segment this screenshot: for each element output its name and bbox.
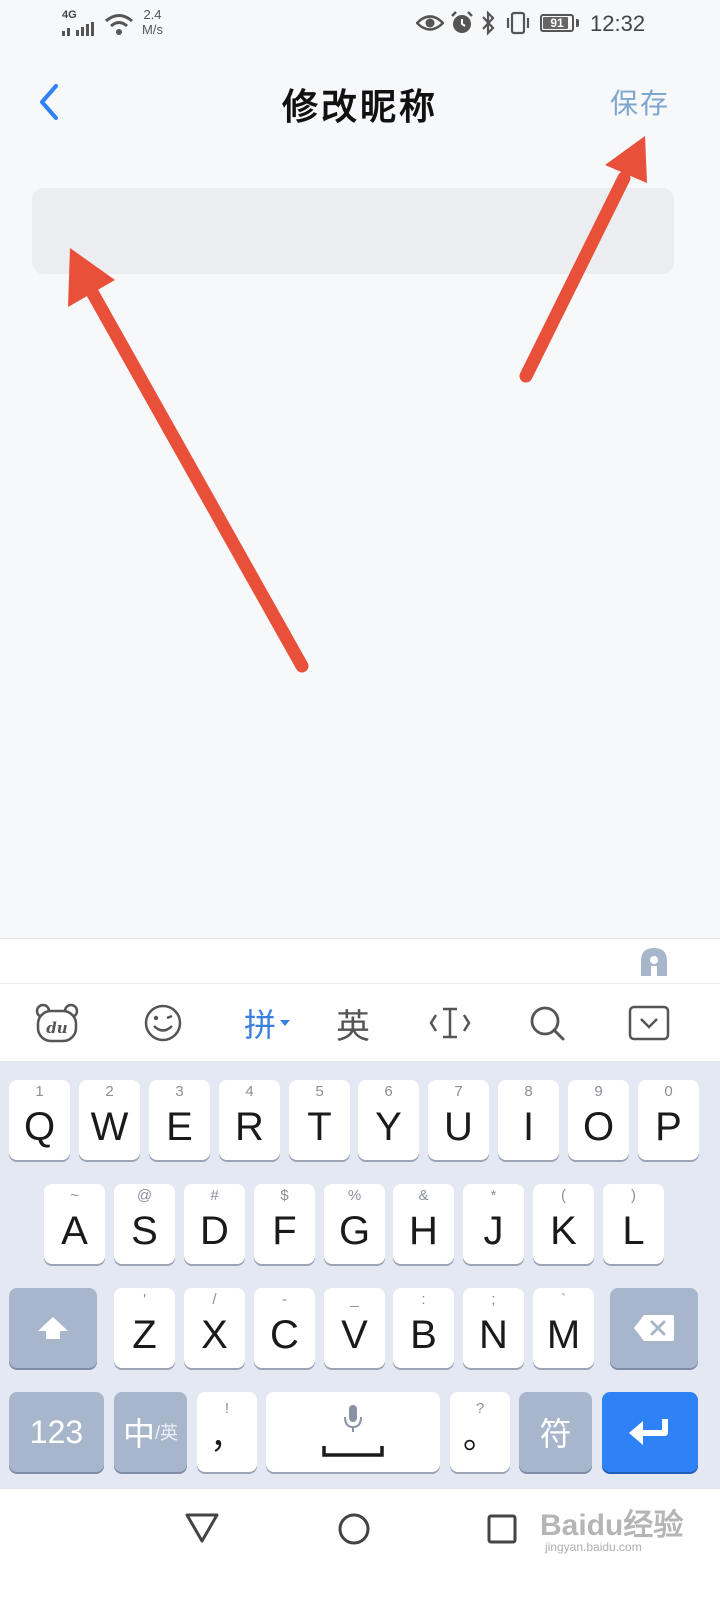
backspace-key[interactable] <box>610 1288 698 1368</box>
key-l[interactable]: ) L <box>603 1184 664 1264</box>
search-icon <box>530 1006 565 1041</box>
network-indicator: 4G <box>62 9 77 21</box>
watermark: Baidu经验 <box>540 1509 684 1542</box>
battery-icon: 91 <box>540 14 574 32</box>
keyboard-skin-icon[interactable] <box>637 945 671 979</box>
enter-key[interactable] <box>602 1392 698 1472</box>
home-circle-icon[interactable] <box>336 1511 372 1547</box>
alarm-icon <box>451 11 473 33</box>
key-j[interactable]: * J <box>463 1184 524 1264</box>
chevron-down-box-icon <box>628 1005 670 1041</box>
vibrate-icon <box>506 11 530 35</box>
arrow-to-input <box>68 248 309 673</box>
key-n[interactable]: ; N <box>463 1288 524 1368</box>
key-y[interactable]: 6Y <box>358 1080 419 1160</box>
key-q[interactable]: 1Q <box>9 1080 70 1160</box>
network-type: 4G <box>62 9 77 21</box>
cursor-button[interactable] <box>414 984 486 1062</box>
key-o[interactable]: 9O <box>568 1080 629 1160</box>
key-u[interactable]: 7U <box>428 1080 489 1160</box>
signal-icon <box>62 22 94 36</box>
symbols-key[interactable]: 符 <box>519 1392 592 1472</box>
key-v[interactable]: _ V <box>324 1288 385 1368</box>
battery-percent: 91 <box>550 16 564 30</box>
annotation-arrows <box>68 136 647 673</box>
caret-down-icon <box>280 1020 290 1026</box>
key-x[interactable]: / X <box>184 1288 245 1368</box>
key-b[interactable]: :B <box>393 1288 454 1368</box>
keyboard-body: 1Q 2W 3E 4R 5T 6Y 7U 8I 9O 0P ~ A @ S # D $… <box>0 1061 720 1489</box>
pinyin-label: 拼 <box>243 1007 276 1043</box>
key-i[interactable]: 8I <box>498 1080 559 1160</box>
numbers-key[interactable]: 123 <box>9 1392 104 1472</box>
key-m[interactable]: ` M <box>533 1288 594 1368</box>
clock: 12:32 <box>590 11 646 36</box>
recents-square-icon[interactable] <box>486 1513 518 1545</box>
nickname-input[interactable] <box>32 188 674 274</box>
text-cursor-icon <box>429 1007 471 1039</box>
key-g[interactable]: % G <box>324 1184 385 1264</box>
key-e[interactable]: 3E <box>149 1080 210 1160</box>
key-w[interactable]: 2W <box>79 1080 140 1160</box>
language-switch-key[interactable]: 中/英 <box>114 1392 187 1472</box>
period-key[interactable]: ? 。 <box>450 1392 510 1472</box>
space-bar-icon <box>322 1446 384 1457</box>
key-s[interactable]: @ S <box>114 1184 175 1264</box>
english-mode-button[interactable]: 英 <box>318 984 388 1062</box>
key-h[interactable]: & H <box>393 1184 454 1264</box>
backspace-icon <box>634 1315 674 1341</box>
shift-arrow-icon <box>38 1317 68 1339</box>
save-button[interactable]: 保存 <box>610 82 670 122</box>
search-button[interactable] <box>512 984 582 1062</box>
emoji-icon <box>144 1004 182 1042</box>
bluetooth-icon <box>482 10 495 36</box>
eye-icon <box>416 15 444 31</box>
english-label: 英 <box>336 1007 370 1046</box>
key-p[interactable]: 0P <box>638 1080 699 1160</box>
network-speed: 2.4 M/s <box>142 7 163 37</box>
key-a[interactable]: ~ A <box>44 1184 105 1264</box>
key-c[interactable]: -C <box>254 1288 315 1368</box>
wifi-icon <box>105 14 133 35</box>
status-bar: 4G 2.4 M/s 91 12:32 <box>0 0 720 48</box>
space-key[interactable] <box>266 1392 440 1472</box>
comma-key[interactable]: ! ， <box>197 1392 257 1472</box>
key-t[interactable]: 5T <box>289 1080 350 1160</box>
pinyin-mode-button[interactable]: 拼 <box>228 984 308 1062</box>
microphone-icon <box>344 1405 362 1432</box>
enter-arrow-icon <box>629 1419 668 1445</box>
watermark-url: jingyan.baidu.com <box>545 1540 642 1554</box>
suggestion-bar <box>0 939 720 983</box>
emoji-button[interactable] <box>128 984 198 1062</box>
key-z[interactable]: ' Z <box>114 1288 175 1368</box>
key-k[interactable]: (K <box>533 1184 594 1264</box>
shift-key[interactable] <box>9 1288 97 1368</box>
hide-keyboard-button[interactable] <box>614 984 684 1062</box>
key-f[interactable]: $ F <box>254 1184 315 1264</box>
svg-text:du: du <box>46 1019 67 1037</box>
back-triangle-icon[interactable] <box>184 1511 220 1545</box>
du-logo-button[interactable]: du <box>22 984 92 1062</box>
key-d[interactable]: # D <box>184 1184 245 1264</box>
key-r[interactable]: 4R <box>219 1080 280 1160</box>
battery-tip <box>576 19 579 27</box>
bear-logo-icon: du <box>35 1003 79 1043</box>
keyboard-toolbar: du 拼 英 <box>0 983 720 1062</box>
